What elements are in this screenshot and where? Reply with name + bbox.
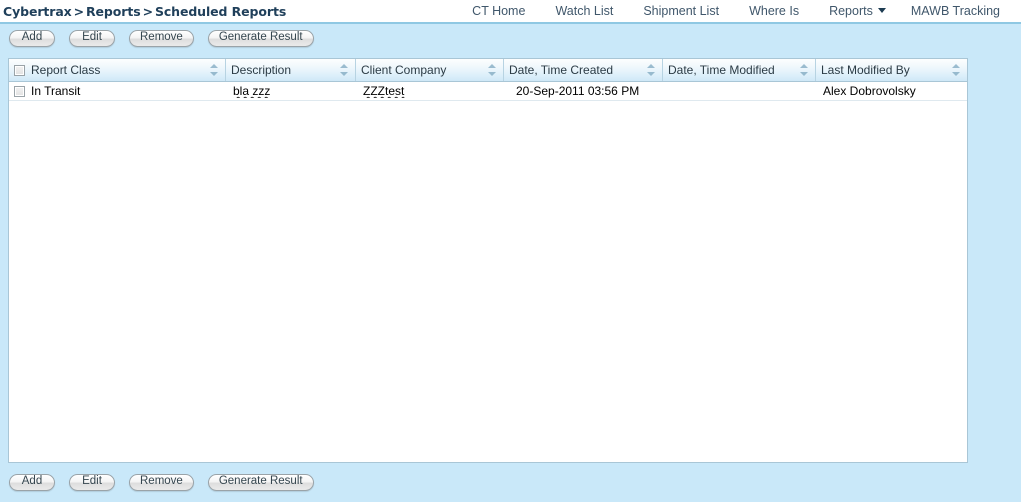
nav-label-watch-list: Watch List — [555, 4, 614, 18]
edit-button-bottom[interactable]: Edit — [69, 473, 115, 491]
column-header-description[interactable]: Description — [226, 59, 356, 81]
top-header-bar: Cybertrax > Reports > Scheduled Reports CT H… — [0, 0, 1021, 24]
sort-icon-description[interactable] — [338, 63, 350, 77]
grid-header-row: Report Class Description Client Company … — [9, 59, 967, 82]
nav-item-mawb-tracking[interactable]: MAWB Tracking — [896, 1, 1015, 21]
table-row[interactable]: In Transit bla zzz ZZZtest 20-Sep-2011 0… — [9, 82, 967, 101]
main-navigation: CT Home Watch List Shipment List Where I… — [457, 1, 1021, 21]
column-label-description: Description — [231, 63, 292, 77]
value-last-modified-by: Alex Dobrovolsky — [823, 84, 916, 98]
chevron-down-icon — [877, 8, 886, 13]
sort-icon-date-time-modified[interactable] — [798, 63, 810, 77]
nav-label-reports: Reports — [829, 4, 873, 18]
select-all-checkbox[interactable] — [14, 64, 25, 76]
value-report-class: In Transit — [31, 84, 81, 98]
nav-label-shipment-list: Shipment List — [643, 4, 720, 18]
nav-label-where-is: Where Is — [749, 4, 800, 18]
column-label-report-class: Report Class — [31, 63, 101, 77]
nav-item-shipment-list[interactable]: Shipment List — [628, 1, 734, 21]
column-header-report-class[interactable]: Report Class — [9, 59, 226, 81]
edit-button-top[interactable]: Edit — [69, 29, 115, 47]
column-header-last-modified-by[interactable]: Last Modified By — [816, 59, 967, 81]
column-label-date-time-created: Date, Time Created — [509, 63, 614, 77]
nav-label-mawb-tracking: MAWB Tracking — [910, 4, 1000, 18]
nav-item-reports[interactable]: Reports — [814, 1, 896, 21]
breadcrumb-separator-2: > — [142, 3, 153, 19]
breadcrumb-reports[interactable]: Reports — [86, 4, 141, 19]
column-label-client-company: Client Company — [361, 63, 447, 77]
row-select-checkbox[interactable] — [14, 85, 25, 97]
nav-item-ct-home[interactable]: CT Home — [457, 1, 540, 21]
generate-result-button-top[interactable]: Generate Result — [207, 29, 314, 47]
breadcrumb-current-page: Scheduled Reports — [154, 3, 287, 19]
cell-description: bla zzz — [226, 84, 356, 98]
add-button-top[interactable]: Add — [9, 29, 55, 47]
remove-button-bottom[interactable]: Remove — [129, 473, 194, 491]
nav-item-where-is[interactable]: Where Is — [734, 1, 814, 21]
toolbar-top: Add Edit Remove Generate Result — [0, 24, 1021, 52]
sort-icon-last-modified-by[interactable] — [950, 63, 962, 77]
toolbar-bottom: Add Edit Remove Generate Result — [0, 466, 314, 496]
column-label-date-time-modified: Date, Time Modified — [668, 63, 775, 77]
grid-body: In Transit bla zzz ZZZtest 20-Sep-2011 0… — [9, 82, 967, 101]
value-description: bla zzz — [233, 84, 271, 98]
nav-label-ct-home: CT Home — [472, 4, 526, 18]
cell-last-modified-by: Alex Dobrovolsky — [816, 84, 967, 98]
sort-icon-client-company[interactable] — [486, 63, 498, 77]
column-header-client-company[interactable]: Client Company — [356, 59, 504, 81]
breadcrumb-root[interactable]: Cybertrax — [3, 4, 72, 19]
column-label-last-modified-by: Last Modified By — [821, 63, 910, 77]
breadcrumb: Cybertrax > Reports > Scheduled Reports — [0, 4, 286, 19]
scheduled-reports-grid: Report Class Description Client Company … — [8, 58, 968, 463]
value-date-time-created: 20-Sep-2011 03:56 PM — [516, 84, 640, 98]
column-header-date-time-modified[interactable]: Date, Time Modified — [663, 59, 816, 81]
value-client-company: ZZZtest — [363, 84, 405, 98]
cell-date-time-created: 20-Sep-2011 03:56 PM — [504, 84, 663, 98]
sort-icon-report-class[interactable] — [208, 63, 220, 77]
add-button-bottom[interactable]: Add — [9, 473, 55, 491]
sort-icon-date-time-created[interactable] — [645, 63, 657, 77]
cell-report-class: In Transit — [9, 84, 226, 98]
nav-item-watch-list[interactable]: Watch List — [540, 1, 628, 21]
column-header-date-time-created[interactable]: Date, Time Created — [504, 59, 663, 81]
remove-button-top[interactable]: Remove — [129, 29, 194, 47]
generate-result-button-bottom[interactable]: Generate Result — [207, 473, 314, 491]
breadcrumb-separator-1: > — [73, 3, 85, 19]
cell-client-company: ZZZtest — [356, 84, 504, 98]
